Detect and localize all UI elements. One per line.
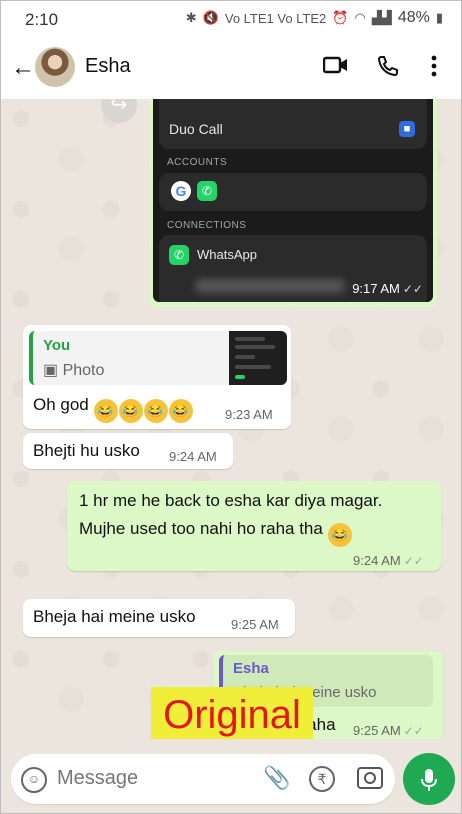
screenshot-message[interactable]: Duo Call ■ ACCOUNTS G ✆ CONNECTIONS ✆ Wh… [149,99,437,307]
message-time: 9:17 AM ✓✓ [352,281,423,296]
screenshot-image[interactable]: Duo Call ■ ACCOUNTS G ✆ CONNECTIONS ✆ Wh… [153,99,433,302]
signal-icon: ▟▟ [371,10,392,25]
quote-sender: Esha [233,660,269,677]
emoji-tears-of-joy: 😂 [143,399,168,423]
message-text: Bheja hai meine usko [33,607,196,626]
duo-icon: ■ [399,121,415,137]
contact-name[interactable]: Esha [85,55,131,78]
avatar[interactable] [35,47,75,87]
message-bubble-outgoing[interactable]: 1 hr me he back to esha kar diya magar. … [67,481,441,571]
emoji-tears-of-joy: 😂 [327,523,352,547]
blurred-text [195,279,345,293]
message-time: 9:24 AM [169,449,217,464]
phone-screen: 2:10 ✱ 🔇 Vo LTE1 Vo LTE2 ⏰ ◠ ▟▟ 48% ▮ ← … [0,0,462,814]
payment-icon[interactable]: ₹ [309,766,335,792]
camera-icon[interactable] [357,767,383,789]
chat-header: ← Esha [1,37,461,99]
wifi-icon: ◠ [354,10,366,25]
network-labels: Vo LTE1 Vo LTE2 [224,10,327,26]
quoted-reply[interactable]: You ▣ Photo [29,331,287,385]
message-text: Bhejti hu usko [33,441,140,460]
message-bubble-incoming[interactable]: You ▣ Photo Oh god 😂 😂 😂 😂 9:23 AM [23,325,291,429]
message-text-line2: Mujhe used too nahi ho raha tha 😂 [79,519,353,547]
status-icons: ✱ 🔇 Vo LTE1 Vo LTE2 ⏰ ◠ ▟▟ 48% ▮ [186,9,443,27]
chat-area[interactable]: ↪ Duo Call ■ ACCOUNTS G ✆ CONNECTIONS ✆ … [1,99,461,739]
message-time: 9:25 AM ✓✓ [353,723,424,738]
attach-icon[interactable]: 📎 [263,765,290,791]
whatsapp-small-icon: ✆ [197,181,217,201]
mic-icon [421,769,437,792]
forward-icon[interactable]: ↪ [101,99,137,123]
accounts-card: G ✆ [159,173,427,211]
message-time: 9:24 AM ✓✓ [353,553,424,568]
status-time: 2:10 [25,10,59,29]
emoji-tears-of-joy: 😂 [168,399,193,423]
message-text: Oh god 😂 😂 😂 😂 [33,395,194,423]
battery-icon: ▮ [435,10,443,25]
emoji-tears-of-joy: 😂 [93,399,118,423]
message-placeholder[interactable]: Message [57,767,138,790]
message-bubble-incoming[interactable]: Bheja hai meine usko 9:25 AM [23,599,295,637]
connections-header: CONNECTIONS [167,220,247,231]
back-arrow-icon[interactable]: ← [11,54,35,82]
mute-icon: 🔇 [202,10,219,25]
phone-call-icon[interactable] [377,55,399,82]
image-icon: ▣ [43,362,63,379]
quote-sender: You [43,337,71,354]
status-bar: 2:10 ✱ 🔇 Vo LTE1 Vo LTE2 ⏰ ◠ ▟▟ 48% ▮ [1,1,461,37]
emoji-tears-of-joy: 😂 [118,399,143,423]
google-icon: G [171,181,191,201]
duo-label: Duo Call [169,121,223,137]
bluetooth-icon: ✱ [185,10,197,25]
video-call-icon[interactable] [322,55,349,80]
emoji-icon[interactable]: ☺ [21,767,47,793]
message-time: 9:25 AM [231,617,279,632]
whatsapp-label: WhatsApp [197,247,257,262]
quote-thumbnail [229,331,287,385]
original-label-overlay: Original [151,687,313,743]
accounts-header: ACCOUNTS [167,157,228,168]
battery-percent: 48% [397,9,430,26]
alarm-icon: ⏰ [332,10,349,25]
message-input[interactable]: ☺ Message 📎 ₹ [11,754,395,804]
message-text-line1: 1 hr me he back to esha kar diya magar. [79,491,383,510]
whatsapp-icon: ✆ [169,245,189,265]
message-bubble-incoming[interactable]: Bhejti hu usko 9:24 AM [23,433,233,469]
duo-card: Duo Call ■ [159,99,427,149]
input-bar: ☺ Message 📎 ₹ [1,739,461,813]
more-options-icon[interactable] [431,55,437,82]
mic-button[interactable] [403,753,455,805]
message-time: 9:23 AM [225,407,273,422]
quote-subtitle: ▣ Photo [43,362,105,379]
